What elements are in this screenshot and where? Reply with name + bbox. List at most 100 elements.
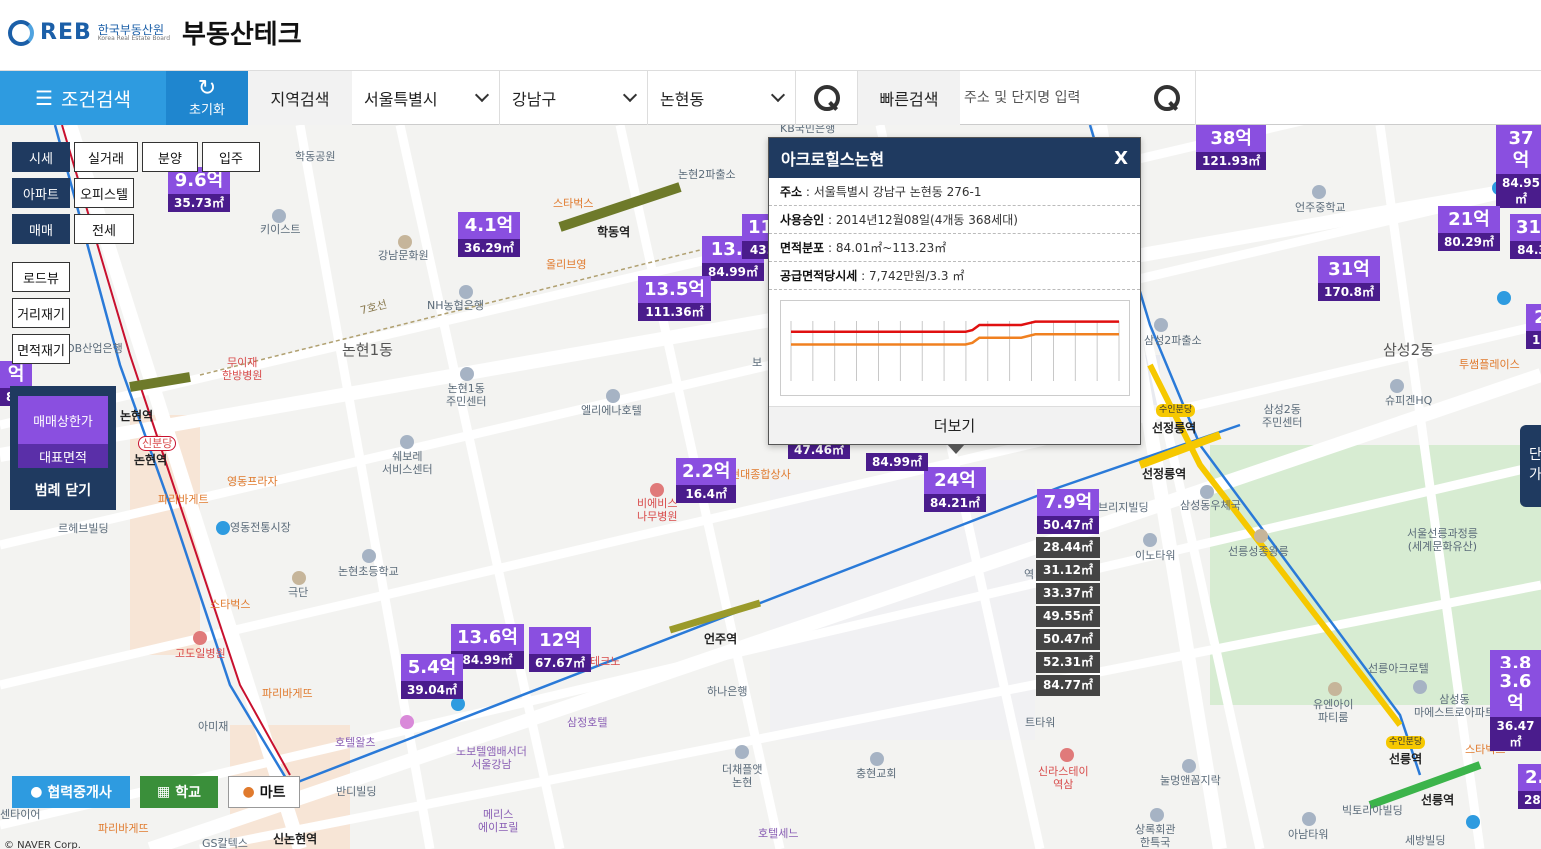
map-label-poi: 영동프라자: [227, 475, 278, 488]
broker-marker[interactable]: [216, 521, 230, 535]
condition-search-button[interactable]: ☰ 조건검색: [0, 71, 166, 125]
price-marker[interactable]: 4.1억 36.29㎡: [458, 212, 520, 257]
poi-marker[interactable]: [1150, 808, 1164, 822]
map-label-poi: 비에비스 나무병원: [637, 497, 678, 523]
area-size-item[interactable]: 50.47㎡: [1036, 629, 1100, 650]
poi-marker[interactable]: [1143, 533, 1157, 547]
region-search-button[interactable]: [796, 71, 858, 125]
filter-jeonse[interactable]: 전세: [74, 214, 134, 244]
filter-real-trade[interactable]: 실거래: [74, 142, 138, 172]
price-marker[interactable]: 9.6억 35.73㎡: [168, 167, 230, 212]
map-label-poi: 신라스테이 역삼: [1038, 765, 1089, 791]
price-marker[interactable]: 84.99㎡: [866, 453, 928, 471]
gu-select[interactable]: 강남구: [500, 71, 648, 125]
map-label-poi: 보: [752, 356, 763, 369]
address-value: 서울특별시 강남구 논현동 276-1: [813, 185, 982, 199]
measure-area-button[interactable]: 면적재기: [12, 334, 70, 364]
price-marker[interactable]: 31억 170.8㎡: [1318, 256, 1380, 301]
area-size-item[interactable]: 52.31㎡: [1036, 652, 1100, 673]
broker-toggle-button[interactable]: ● 협력중개사: [12, 776, 130, 808]
price-marker[interactable]: 37억 84.95㎡: [1496, 125, 1541, 208]
poi-marker[interactable]: [650, 483, 664, 497]
filter-sale[interactable]: 매매: [12, 214, 70, 244]
price-marker[interactable]: 2.2억 16.4㎡: [676, 458, 737, 503]
poi-marker[interactable]: [735, 745, 749, 759]
legend-close-button[interactable]: 범례 닫기: [10, 480, 116, 500]
map-label-poi: 현대종합상사: [730, 468, 791, 481]
poi-marker[interactable]: [1254, 529, 1268, 543]
broker-marker[interactable]: [1497, 291, 1511, 305]
poi-marker[interactable]: [1328, 682, 1342, 696]
poi-marker[interactable]: [1302, 812, 1316, 826]
poi-marker[interactable]: [400, 435, 414, 449]
poi-marker[interactable]: [1182, 759, 1196, 773]
poi-marker[interactable]: [870, 752, 884, 766]
price-marker[interactable]: 3.6억 36.47㎡: [1490, 668, 1541, 751]
map-label-district: 삼성2동: [1383, 341, 1434, 359]
filter-apartment[interactable]: 아파트: [12, 178, 70, 208]
more-button[interactable]: 더보기: [769, 406, 1140, 444]
price-marker-price: 억: [0, 361, 33, 388]
poi-marker[interactable]: [400, 715, 414, 729]
mart-toggle-button[interactable]: ● 마트: [228, 776, 300, 808]
price-marker[interactable]: 21억 80.29㎡: [1438, 206, 1500, 251]
side-panel-tab[interactable]: 단 가: [1520, 425, 1541, 507]
price-marker[interactable]: 12억 67.67㎡: [529, 627, 591, 672]
dong-select[interactable]: 논현동: [648, 71, 796, 125]
price-marker-area: 80.29㎡: [1438, 233, 1500, 251]
area-size-item[interactable]: 28.44㎡: [1036, 537, 1100, 558]
roadview-button[interactable]: 로드뷰: [12, 262, 70, 292]
price-marker[interactable]: 31.84.3: [1510, 214, 1541, 259]
measure-distance-button[interactable]: 거리재기: [12, 298, 70, 328]
poi-marker[interactable]: [460, 367, 474, 381]
legend-panel: 매매상한가 대표면적 범례 닫기: [10, 386, 116, 510]
area-size-item[interactable]: 49.55㎡: [1036, 606, 1100, 627]
popup-close-button[interactable]: X: [1114, 148, 1128, 169]
filter-move-in[interactable]: 입주: [202, 142, 260, 172]
price-marker[interactable]: 38억 121.93㎡: [1196, 125, 1267, 170]
filter-market-price[interactable]: 시세: [12, 142, 70, 172]
price-marker-price: 13.6억: [451, 624, 524, 651]
map-label-poi: 쉐보레 서비스센터: [382, 450, 433, 476]
dong-value: 논현동: [660, 90, 705, 109]
broker-marker[interactable]: [1466, 815, 1480, 829]
area-size-item[interactable]: 84.77㎡: [1036, 675, 1100, 696]
poi-marker[interactable]: [1312, 185, 1326, 199]
broker-marker[interactable]: [451, 697, 465, 711]
poi-marker[interactable]: [1154, 318, 1168, 332]
price-marker-area: 84.95㎡: [1496, 174, 1541, 208]
poi-marker[interactable]: [1200, 485, 1214, 499]
school-toggle-button[interactable]: ▦ 학교: [140, 776, 218, 808]
price-marker[interactable]: 5.4억 39.04㎡: [401, 654, 463, 699]
approval-value: 2014년12월08일(4개동 368세대): [835, 213, 1018, 227]
gu-value: 강남구: [512, 90, 557, 109]
poi-marker[interactable]: [362, 549, 376, 563]
price-marker[interactable]: 2.28.: [1518, 764, 1541, 809]
poi-marker[interactable]: [292, 571, 306, 585]
reb-logo[interactable]: REB 한국부동산원 Korea Real Estate Board 부동산테크: [8, 14, 302, 51]
area-size-item[interactable]: 33.37㎡: [1036, 583, 1100, 604]
search-icon[interactable]: [1154, 85, 1180, 111]
map-label-poi: GS칼텍스: [202, 837, 248, 849]
poi-marker[interactable]: [272, 209, 286, 223]
sido-select[interactable]: 서울특별시: [352, 71, 500, 125]
poi-marker[interactable]: [459, 285, 473, 299]
poi-marker[interactable]: [606, 389, 620, 403]
filter-presale[interactable]: 분양: [142, 142, 198, 172]
area-size-item[interactable]: 31.12㎡: [1036, 560, 1100, 581]
price-marker[interactable]: 24억 84.21㎡: [924, 467, 986, 512]
poi-marker[interactable]: [193, 631, 207, 645]
price-marker[interactable]: 7.9억 50.47㎡: [1037, 489, 1099, 534]
price-marker[interactable]: 13.5억 111.36㎡: [638, 276, 711, 321]
filter-officetel[interactable]: 오피스텔: [74, 178, 134, 208]
poi-marker[interactable]: [1390, 379, 1404, 393]
poi-marker[interactable]: [1060, 748, 1074, 762]
poi-marker[interactable]: [1413, 680, 1427, 694]
poi-marker[interactable]: [398, 235, 412, 249]
price-marker-area: 84.99㎡: [702, 263, 764, 281]
price-marker[interactable]: 215: [1526, 304, 1541, 349]
reset-button[interactable]: ↻ 초기화: [166, 71, 248, 125]
quick-search-input[interactable]: [964, 90, 1154, 106]
map-label-poi: 이노타워: [1135, 549, 1176, 562]
map-label-poi: 메리스 에이프릴: [478, 808, 519, 834]
